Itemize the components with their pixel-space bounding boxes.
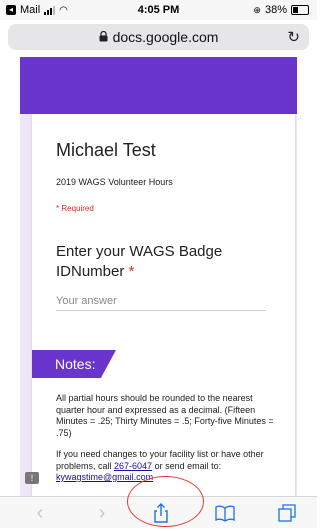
- lock-icon: [99, 29, 108, 45]
- question-label: Enter your WAGS Badge IDNumber: [56, 243, 223, 280]
- feedback-icon[interactable]: !: [25, 472, 39, 484]
- badge-id-input[interactable]: [56, 292, 266, 311]
- battery-fill: [293, 7, 299, 13]
- required-note: * Required: [56, 204, 94, 213]
- battery-icon: [291, 5, 309, 15]
- notes-heading: Notes:: [55, 356, 96, 372]
- address-bar[interactable]: docs.google.com ↻: [8, 24, 309, 50]
- status-right: ⊕ 38%: [253, 4, 309, 16]
- address-bar-url: docs.google.com: [112, 29, 219, 45]
- tabs-icon[interactable]: [276, 502, 298, 524]
- status-bar: ◂ Mail ◠ 4:05 PM ⊕ 38%: [0, 0, 317, 20]
- contact-text-middle: or send email to:: [152, 460, 222, 471]
- required-marker: *: [128, 263, 135, 280]
- form-description: 2019 WAGS Volunteer Hours: [56, 177, 173, 187]
- battery-percent: 38%: [264, 4, 287, 16]
- notes-paragraph-rounding: All partial hours should be rounded to t…: [56, 393, 274, 438]
- back-arrow-icon[interactable]: ‹: [29, 502, 51, 524]
- bookmarks-icon[interactable]: [214, 502, 236, 524]
- form-title: Michael Test: [56, 140, 156, 160]
- phone-link[interactable]: 267-6047: [114, 461, 152, 471]
- annotation-circle: [127, 476, 204, 527]
- question-title: Enter your WAGS Badge IDNumber *: [56, 242, 276, 282]
- forward-arrow-icon[interactable]: ›: [91, 502, 113, 524]
- reload-icon[interactable]: ↻: [287, 28, 300, 46]
- email-link[interactable]: kywagstime@gmail.com: [56, 472, 153, 482]
- orientation-lock-icon: ⊕: [253, 4, 261, 15]
- form-header-banner: [20, 57, 297, 114]
